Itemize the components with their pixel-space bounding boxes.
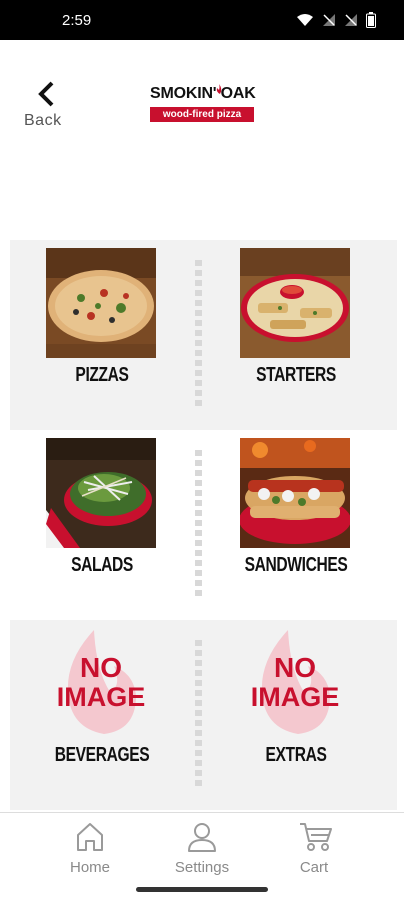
salad-photo [46,438,156,548]
nav-cart[interactable]: Cart [259,813,369,883]
category-tile-salads[interactable]: SALADS [12,430,192,620]
menu-row: PIZZAS STARTERS [10,240,397,430]
logo-name: SMOKIN' OAK [150,85,256,102]
back-label: Back [24,112,62,129]
status-time: 2:59 [62,12,92,29]
back-button[interactable]: Back [22,78,70,134]
no-image-text: NO [274,652,316,683]
battery-icon [366,12,376,28]
menu-row: SALADS SANDWICHES [10,430,397,620]
no-image-text: IMAGE [250,682,340,712]
divider [195,260,202,410]
category-label: BEVERAGES [54,744,150,766]
category-label: SANDWICHES [244,554,348,576]
category-label: EXTRAS [265,744,327,766]
nav-label: Home [69,859,110,876]
category-label: SALADS [71,554,133,576]
home-icon [75,821,105,858]
nav-home[interactable]: Home [35,813,145,883]
nav-label: Settings [174,859,230,876]
divider [195,640,202,790]
logo-tagline: wood-fired pizza [150,107,254,122]
gesture-bar[interactable] [136,887,268,892]
category-tile-sandwiches[interactable]: SANDWICHES [206,430,386,620]
category-label: STARTERS [256,364,336,386]
nav-settings[interactable]: Settings [147,813,257,883]
signal-off-icon [322,13,336,27]
no-image-text: NO [80,652,122,683]
sandwich-photo [240,438,350,548]
bottom-nav: Home Settings Cart [0,812,404,885]
brand-logo: SMOKIN' OAK wood-fired pizza [150,84,256,129]
pizza-photo [46,248,156,358]
status-icons [296,12,376,28]
signal-off-icon [344,13,358,27]
menu-row: NO IMAGE BEVERAGES NO IMAGE EXTRAS [10,620,397,810]
status-bar: 2:59 [0,0,404,40]
no-image-placeholder: NO IMAGE [240,630,350,740]
cart-icon [299,821,333,858]
header: Back SMOKIN' OAK wood-fired pizza [0,40,404,240]
divider [195,450,202,600]
category-tile-beverages[interactable]: NO IMAGE BEVERAGES [12,620,192,810]
no-image-placeholder: NO IMAGE [46,630,156,740]
category-tile-extras[interactable]: NO IMAGE EXTRAS [206,620,386,810]
user-icon [187,821,217,858]
no-image-text: IMAGE [56,682,146,712]
wifi-icon [296,13,314,27]
starters-photo [240,248,350,358]
category-label: PIZZAS [75,364,129,386]
category-tile-pizzas[interactable]: PIZZAS [12,240,192,430]
category-tile-starters[interactable]: STARTERS [206,240,386,430]
chevron-left-icon [36,80,56,113]
menu-grid: PIZZAS STARTERS SALADS SANDWICHES NO IMA… [10,240,397,810]
nav-label: Cart [299,859,329,876]
